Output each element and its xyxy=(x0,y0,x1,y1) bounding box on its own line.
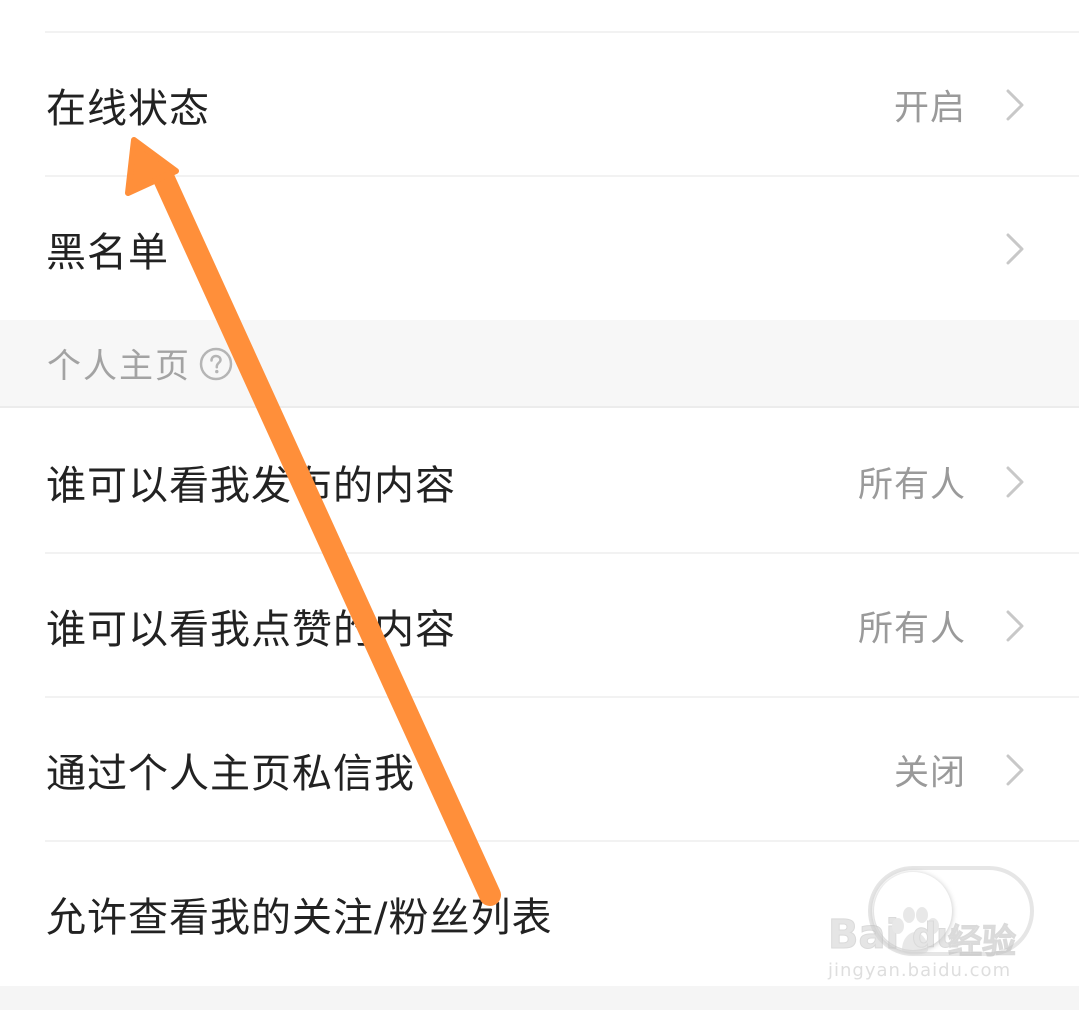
row-online-status[interactable]: 在线状态 开启 xyxy=(0,33,1079,176)
row-label: 谁可以看我发布的内容 xyxy=(46,462,456,509)
top-strip xyxy=(0,0,1079,31)
chevron-right-icon xyxy=(1006,233,1024,264)
row-blacklist[interactable]: 黑名单 xyxy=(0,177,1079,320)
bottom-band xyxy=(0,986,1079,1010)
baidu-jingyan-watermark: Bai du 经验 jingyan.baidu.com xyxy=(827,906,1028,986)
row-value: 开启 xyxy=(893,88,966,128)
section-header-homepage: 个人主页 xyxy=(0,320,1079,408)
row-value: 关闭 xyxy=(893,753,966,793)
watermark-text: 经验 xyxy=(948,922,1017,963)
question-circle-icon[interactable] xyxy=(199,347,233,381)
chevron-right-icon xyxy=(1006,754,1024,785)
chevron-right-icon xyxy=(1006,466,1024,497)
row-label: 在线状态 xyxy=(46,85,210,132)
row-label: 允许查看我的关注/粉丝列表 xyxy=(46,894,553,941)
watermark-url: jingyan.baidu.com xyxy=(828,960,1012,981)
row-value: 所有人 xyxy=(857,465,966,505)
row-label: 黑名单 xyxy=(46,229,169,276)
row-message-via-homepage[interactable]: 通过个人主页私信我 关闭 xyxy=(0,698,1079,841)
row-label: 谁可以看我点赞的内容 xyxy=(46,606,456,653)
chevron-right-icon xyxy=(1006,610,1024,641)
row-who-can-see-likes[interactable]: 谁可以看我点赞的内容 所有人 xyxy=(0,554,1079,697)
row-who-can-see-posts[interactable]: 谁可以看我发布的内容 所有人 xyxy=(0,410,1079,553)
row-value: 所有人 xyxy=(857,609,966,649)
chevron-right-icon xyxy=(1006,89,1024,120)
section-title: 个人主页 xyxy=(47,346,191,387)
row-label: 通过个人主页私信我 xyxy=(46,750,415,797)
